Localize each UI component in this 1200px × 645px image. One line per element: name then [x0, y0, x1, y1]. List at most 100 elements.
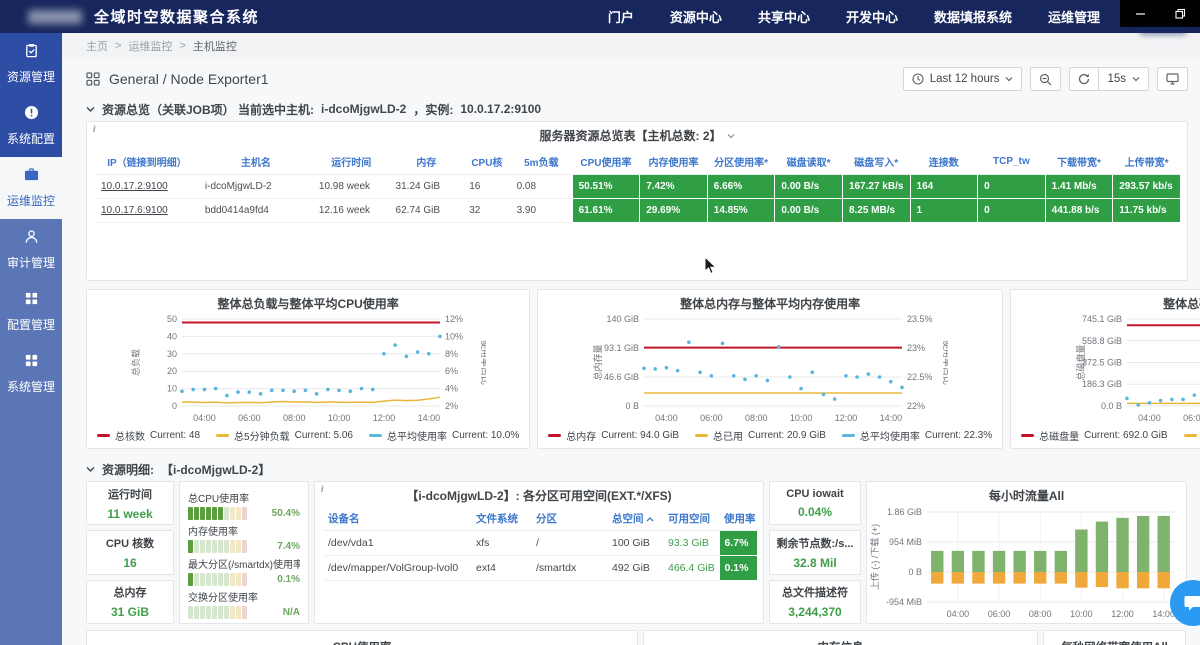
legend-item[interactable]: 总已用Current: 20.9 GiB: [695, 428, 826, 443]
legend-item[interactable]: 总5分钟负载Current: 5.06: [216, 428, 353, 443]
grid-icon: [24, 353, 39, 371]
breadcrumb-item[interactable]: 主页: [86, 38, 108, 54]
nav-item-共享中心[interactable]: 共享中心: [758, 7, 810, 26]
svg-text:06:00: 06:00: [1183, 413, 1200, 423]
detail-section-header[interactable]: 资源明细: 【i-dcoMjgwLD-2】: [62, 457, 1200, 481]
refresh-interval-picker[interactable]: 15s: [1098, 67, 1149, 91]
table-cell: 8.25 MB/s: [842, 199, 910, 223]
svg-text:04:00: 04:00: [1138, 413, 1161, 423]
nav-item-开发中心[interactable]: 开发中心: [846, 7, 898, 26]
breadcrumb-item[interactable]: 主机监控: [193, 38, 237, 54]
svg-text:140 GiB: 140 GiB: [607, 314, 640, 324]
server-table-title[interactable]: 服务器资源总览表【主机总数: 2】: [87, 122, 1187, 144]
partition-table-header[interactable]: 设备名: [323, 507, 471, 531]
svg-text:50: 50: [167, 314, 177, 324]
gauge-cell: [200, 507, 205, 520]
gauge-cell: [212, 606, 217, 619]
header-label: 分区: [536, 513, 557, 525]
server-table-header[interactable]: 磁盘写入*: [842, 149, 910, 175]
gauge-label: 总CPU使用率: [188, 490, 300, 505]
legend-swatch: [1184, 434, 1197, 437]
overview-section-header[interactable]: 资源总览（关联JOB项） 当前选中主机: i-dcoMjgwLD-2 ，实例: …: [62, 97, 1200, 121]
server-table-header[interactable]: 分区使用率*: [707, 149, 775, 175]
nav-item-运维管理[interactable]: 运维管理: [1048, 7, 1100, 26]
nav-item-数据填报系统[interactable]: 数据填报系统: [934, 7, 1012, 26]
sidebar-item-配置管理[interactable]: 配置管理: [0, 281, 62, 343]
gauge-cell: [224, 540, 229, 553]
refresh-button[interactable]: [1069, 67, 1098, 91]
legend-item[interactable]: 总内存Current: 94.0 GiB: [548, 428, 679, 443]
server-table-header[interactable]: 主机名: [199, 149, 313, 175]
svg-text:6%: 6%: [445, 366, 458, 376]
server-table-header[interactable]: 内存: [390, 149, 464, 175]
info-icon[interactable]: i: [93, 124, 96, 134]
detail-stats-left: 运行时间11 weekCPU 核数16总内存31 GiB: [86, 481, 174, 624]
info-icon[interactable]: i: [321, 484, 324, 494]
svg-text:14:00: 14:00: [880, 413, 903, 423]
time-range-picker[interactable]: Last 12 hours: [903, 67, 1023, 91]
gauge-cell: [206, 540, 211, 553]
partition-table-header[interactable]: 分区: [531, 507, 607, 531]
sidebar-item-系统管理[interactable]: 系统管理: [0, 343, 62, 405]
server-table-header[interactable]: CPU核: [463, 149, 510, 175]
host-link[interactable]: 10.0.17.2:9100: [95, 175, 199, 199]
legend-item[interactable]: 总使用量Current: 22.1 GiB: [1184, 428, 1200, 443]
server-table-header[interactable]: 上传带宽*: [1113, 149, 1181, 175]
restore-icon[interactable]: [1175, 8, 1186, 19]
usage-cell: 6.7%: [719, 531, 757, 556]
zoom-out-button[interactable]: [1030, 67, 1061, 91]
gauge-cell: [230, 606, 235, 619]
refresh-icon: [1078, 73, 1090, 85]
partition-table-header[interactable]: 使用率: [719, 507, 757, 531]
table-cell: 1.41 Mb/s: [1045, 175, 1113, 199]
legend-swatch: [216, 434, 229, 437]
legend-swatch: [695, 434, 708, 437]
server-table-header[interactable]: 内存使用率: [640, 149, 708, 175]
breadcrumb-separator: >: [115, 40, 121, 52]
dashboard-header: General / Node Exporter1 Last 12 hours 1: [62, 59, 1200, 97]
svg-text:0 B: 0 B: [908, 567, 922, 577]
gauge-cell: [188, 606, 193, 619]
server-table-header[interactable]: 运行时间: [313, 149, 390, 175]
gauge-cell: [206, 573, 211, 586]
sidebar-item-资源管理[interactable]: 资源管理: [0, 33, 62, 95]
dashboard-name: General / Node Exporter1: [109, 71, 269, 87]
svg-text:8%: 8%: [445, 349, 458, 359]
bar-gauge: 50.4%: [188, 507, 300, 520]
legend-item[interactable]: 总平均使用率Current: 22.3%: [842, 428, 992, 443]
legend-item[interactable]: 总平均使用率Current: 10.0%: [369, 428, 519, 443]
kiosk-mode-button[interactable]: [1157, 67, 1188, 91]
partition-table-header[interactable]: 总空间: [607, 507, 663, 531]
sidebar-item-label: 配置管理: [7, 316, 55, 333]
partition-table-header[interactable]: 可用空间: [663, 507, 719, 531]
gauge-cell: [242, 540, 247, 553]
gauge-value: 0.1%: [277, 574, 300, 585]
svg-text:1.86 GiB: 1.86 GiB: [887, 507, 922, 517]
server-table-header[interactable]: IP（链接到明细）: [95, 149, 199, 175]
sidebar-item-系统配置[interactable]: 系统配置: [0, 95, 62, 157]
gauge-cell: [230, 573, 235, 586]
server-table-header[interactable]: 连接数: [910, 149, 978, 175]
chevron-down-icon: [1132, 76, 1140, 82]
legend-current-value: Current: 5.06: [295, 430, 353, 441]
gauge-cell: [218, 540, 223, 553]
sidebar-item-审计管理[interactable]: 审计管理: [0, 219, 62, 281]
server-table-header[interactable]: TCP_tw: [978, 149, 1046, 175]
server-table-header[interactable]: 磁盘读取*: [775, 149, 843, 175]
minimize-icon[interactable]: [1135, 8, 1146, 19]
host-link[interactable]: 10.0.17.6:9100: [95, 199, 199, 223]
nav-item-资源中心[interactable]: 资源中心: [670, 7, 722, 26]
legend-item[interactable]: 总核数Current: 48: [97, 428, 200, 443]
legend-item[interactable]: 总磁盘量Current: 692.0 GiB: [1021, 428, 1167, 443]
server-table-header[interactable]: CPU使用率: [572, 149, 640, 175]
svg-text:23%: 23%: [907, 343, 925, 353]
sidebar-item-运维监控[interactable]: 运维监控: [0, 157, 62, 219]
chart-legend: 总核数Current: 48 总5分钟负载Current: 5.06 总平均使用率C…: [87, 426, 529, 443]
nav-item-门户[interactable]: 门户: [608, 7, 634, 26]
breadcrumb-item[interactable]: 运维监控: [128, 38, 172, 54]
stat-value: 32.8 Mil: [793, 556, 836, 570]
gauge-cell: [212, 540, 217, 553]
server-table-header[interactable]: 5m负载: [511, 149, 573, 175]
partition-table-header[interactable]: 文件系统: [471, 507, 531, 531]
server-table-header[interactable]: 下载带宽*: [1045, 149, 1113, 175]
